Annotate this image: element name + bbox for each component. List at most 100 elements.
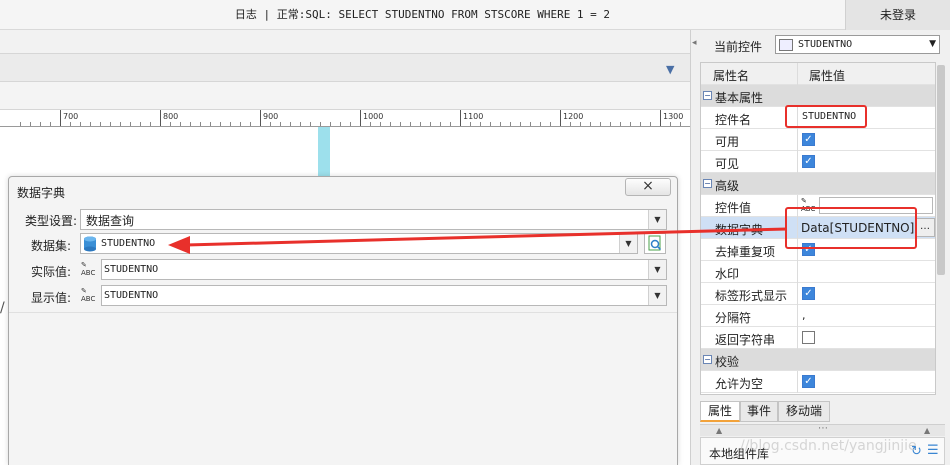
dataset-select[interactable]: STUDENTNO ▼ (80, 233, 638, 254)
ruler-minor-tick (150, 122, 151, 126)
ruler-minor-tick (530, 122, 531, 126)
chevron-left-icon[interactable]: ◂ (692, 38, 697, 48)
chevron-down-icon[interactable]: ▼ (619, 234, 637, 253)
row-watermark[interactable]: 水印 (701, 261, 935, 283)
dataset-preview-icon[interactable] (644, 233, 666, 254)
row-return-string[interactable]: 返回字符串 ✓ (701, 327, 935, 349)
dataset-select-value: STUDENTNO (101, 238, 156, 249)
ruler-minor-tick (90, 122, 91, 126)
ellipsis-button[interactable]: … (915, 218, 935, 237)
actual-value-select[interactable]: STUDENTNO ▼ (101, 259, 667, 280)
row-enabled[interactable]: 可用 ✓ (701, 129, 935, 151)
login-status-button[interactable]: 未登录 (845, 0, 950, 30)
display-value-select[interactable]: STUDENTNO ▼ (101, 285, 667, 306)
ruler-major-tick (460, 110, 461, 126)
type-select[interactable]: 数据查询 ▼ (80, 209, 667, 230)
formula-abc-icon[interactable]: ✎ ABC (81, 261, 99, 278)
row-label: 返回字符串 (715, 333, 776, 347)
row-tag-display[interactable]: 标签形式显示 ✓ (701, 283, 935, 305)
ruler-minor-tick (610, 122, 611, 126)
ruler-minor-tick (190, 122, 191, 126)
chevron-down-icon[interactable]: ▼ (648, 210, 666, 229)
ruler-minor-tick (430, 122, 431, 126)
actual-value-text: STUDENTNO (104, 264, 159, 275)
chevron-down-icon[interactable]: ▼ (648, 286, 666, 305)
canvas-header-band (0, 54, 690, 82)
section-advanced-label: 高级 (715, 179, 740, 193)
ruler-minor-tick (520, 122, 521, 126)
dialog-content-area (9, 312, 677, 465)
collapse-icon[interactable]: − (703, 91, 712, 100)
ruler-minor-tick (590, 122, 591, 126)
ruler-minor-tick (250, 122, 251, 126)
ruler-minor-tick (210, 122, 211, 126)
scrollbar-thumb[interactable] (937, 65, 945, 275)
ruler-minor-tick (480, 122, 481, 126)
ruler-minor-tick (290, 122, 291, 126)
formula-abc-icon[interactable]: ✎ ABC (81, 287, 99, 304)
ruler-minor-tick (300, 122, 301, 126)
ruler-major-tick (60, 110, 61, 126)
row-allow-empty[interactable]: 允许为空 ✓ (701, 371, 935, 393)
chevron-up-icon[interactable]: ▲ (716, 426, 722, 435)
ruler-minor-tick (420, 122, 421, 126)
ruler-minor-tick (50, 122, 51, 126)
current-control-select[interactable]: STUDENTNO ▼ (775, 35, 940, 54)
ruler-minor-tick (40, 122, 41, 126)
ruler-minor-tick (510, 122, 511, 126)
tag-display-checkbox[interactable]: ✓ (802, 287, 815, 300)
collapse-icon[interactable]: − (703, 355, 712, 364)
chevron-down-icon[interactable]: ▼ (929, 39, 936, 49)
ruler-minor-tick (550, 122, 551, 126)
horizontal-ruler: 700 800 900 1000 1100 1200 1300 (0, 110, 690, 127)
ruler-minor-tick (30, 122, 31, 126)
enabled-checkbox[interactable]: ✓ (802, 133, 815, 146)
log-bar: 日志 | 正常:SQL: SELECT STUDENTNO FROM STSCO… (0, 0, 950, 30)
section-validation[interactable]: − 校验 (701, 349, 935, 371)
tab-mobile[interactable]: 移动端 (778, 401, 830, 422)
section-advanced[interactable]: − 高级 (701, 173, 935, 195)
visible-checkbox[interactable]: ✓ (802, 155, 815, 168)
canvas-sub-band (0, 82, 690, 110)
ruler-minor-tick (670, 122, 671, 126)
tab-properties[interactable]: 属性 (700, 401, 740, 422)
return-string-checkbox[interactable]: ✓ (802, 331, 815, 344)
ruler-major-tick (260, 110, 261, 126)
chevron-down-icon[interactable]: ▼ (648, 260, 666, 279)
ruler-minor-tick (100, 122, 101, 126)
chevron-up-icon[interactable]: ▲ (924, 426, 930, 435)
ruler-minor-tick (650, 122, 651, 126)
watermark-text: //blog.csdn.net/yangjinjie (740, 438, 917, 454)
row-separator[interactable]: 分隔符 , (701, 305, 935, 327)
ruler-minor-tick (630, 122, 631, 126)
ruler-minor-tick (230, 122, 231, 126)
splitter-grip: ⋯ (818, 423, 828, 434)
ruler-label: 1300 (663, 112, 684, 121)
ruler-major-tick (660, 110, 661, 126)
close-icon[interactable]: × (625, 178, 671, 196)
section-basic-label: 基本属性 (715, 91, 764, 105)
panel-splitter[interactable]: ▲ ⋯ ▲ (700, 423, 945, 436)
row-label: 水印 (715, 267, 740, 281)
row-label: 去掉重复项 (715, 245, 776, 259)
row-visible[interactable]: 可见 ✓ (701, 151, 935, 173)
header-property-name: 属性名 (713, 69, 750, 83)
ruler-minor-tick (680, 122, 681, 126)
ruler-minor-tick (440, 122, 441, 126)
section-basic[interactable]: − 基本属性 (701, 85, 935, 107)
row-label: 控件名 (715, 113, 752, 127)
collapse-icon[interactable]: − (703, 179, 712, 188)
allow-empty-checkbox[interactable]: ✓ (802, 375, 815, 388)
ruler-minor-tick (600, 122, 601, 126)
tab-events[interactable]: 事件 (740, 401, 778, 422)
row-label: 数据字典 (715, 223, 764, 237)
filter-icon[interactable]: ▼ (666, 63, 680, 76)
separator-value[interactable]: , (802, 309, 806, 322)
ruler-minor-tick (400, 122, 401, 126)
list-icon[interactable]: ☰ (927, 443, 939, 458)
dataset-label: 数据集: (30, 239, 71, 253)
row-label: 允许为空 (715, 377, 764, 391)
ruler-minor-tick (370, 122, 371, 126)
type-label: 类型设置: (24, 214, 77, 228)
ruler-minor-tick (280, 122, 281, 126)
